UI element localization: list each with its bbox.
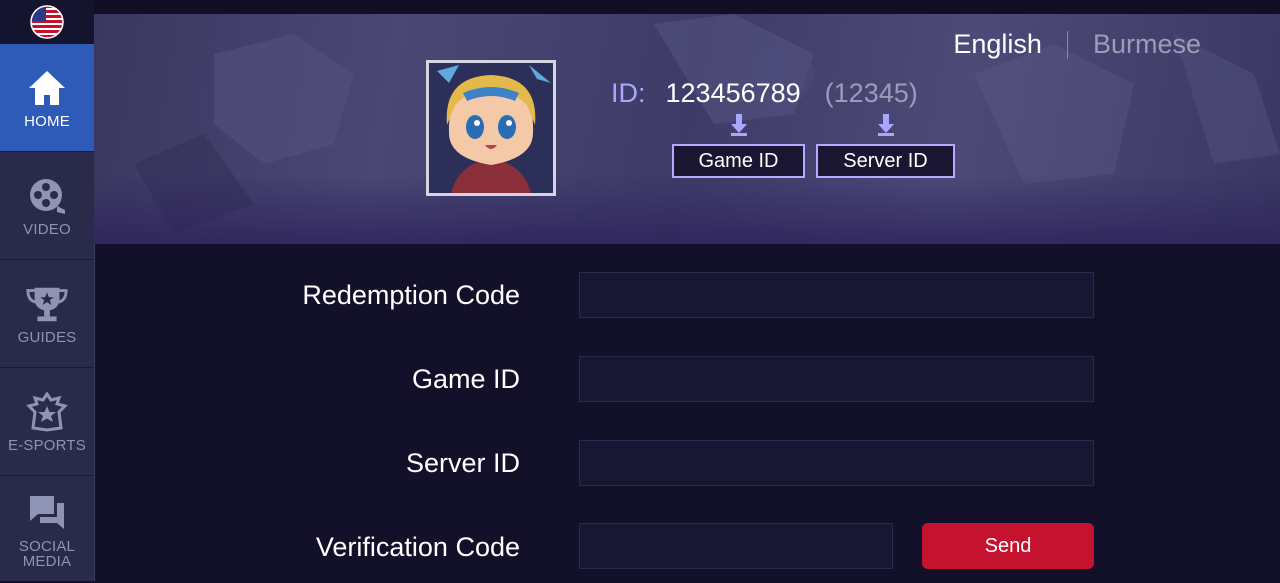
- profile-banner: English Burmese ID: 123456789 (12345) Ga…: [94, 14, 1280, 244]
- language-english[interactable]: English: [953, 29, 1042, 60]
- game-id-label: Game ID: [411, 364, 520, 394]
- sidebar-item-label: GUIDES: [17, 329, 77, 346]
- us-flag-icon[interactable]: [30, 5, 64, 39]
- game-id-tag: Game ID: [672, 144, 805, 178]
- arrow-down-icon: [731, 114, 747, 136]
- banner-shade: [94, 174, 1280, 244]
- sidebar-item-home[interactable]: HOME: [0, 44, 94, 151]
- sidebar-item-guides[interactable]: GUIDES: [0, 259, 94, 367]
- sidebar-item-label: HOME: [24, 113, 70, 130]
- avatar: [426, 60, 556, 196]
- player-id-line: ID: 123456789 (12345): [611, 78, 918, 109]
- sidebar-item-video[interactable]: VIDEO: [0, 151, 94, 259]
- redemption-code-label: Redemption Code: [302, 280, 520, 310]
- server-id-label: Server ID: [405, 448, 520, 478]
- chat-bubbles-icon: [25, 491, 69, 535]
- top-strip: [94, 0, 1280, 14]
- sidebar: HOME VIDEO GUIDES E-SPORTS SOCIAL MEDIA: [0, 0, 95, 581]
- sidebar-item-label: VIDEO: [23, 221, 71, 238]
- film-reel-icon: [25, 174, 69, 218]
- id-label: ID:: [611, 78, 646, 108]
- sidebar-item-social-media[interactable]: SOCIAL MEDIA: [0, 475, 94, 583]
- esports-crest-icon: [25, 390, 69, 434]
- game-id-input[interactable]: [579, 356, 1094, 402]
- arrow-down-icon: [878, 114, 894, 136]
- sidebar-item-esports[interactable]: E-SPORTS: [0, 367, 94, 475]
- flag-row: [0, 0, 94, 44]
- redemption-code-input[interactable]: [579, 272, 1094, 318]
- sidebar-item-label: SOCIAL MEDIA: [18, 537, 76, 570]
- language-burmese[interactable]: Burmese: [1093, 29, 1201, 60]
- trophy-icon: [25, 282, 69, 326]
- send-button[interactable]: Send: [922, 523, 1094, 569]
- server-id-tag: Server ID: [816, 144, 955, 178]
- sidebar-item-label: E-SPORTS: [7, 437, 86, 454]
- server-id-value: (12345): [824, 78, 918, 108]
- language-divider: [1066, 30, 1068, 59]
- language-switcher: English Burmese: [953, 29, 1201, 60]
- verification-code-label: Verification Code: [315, 532, 520, 562]
- server-id-input[interactable]: [579, 440, 1094, 486]
- verification-code-input[interactable]: [579, 523, 893, 569]
- home-icon: [25, 66, 69, 110]
- hero-portrait: [429, 63, 553, 193]
- game-id-value: 123456789: [665, 78, 801, 108]
